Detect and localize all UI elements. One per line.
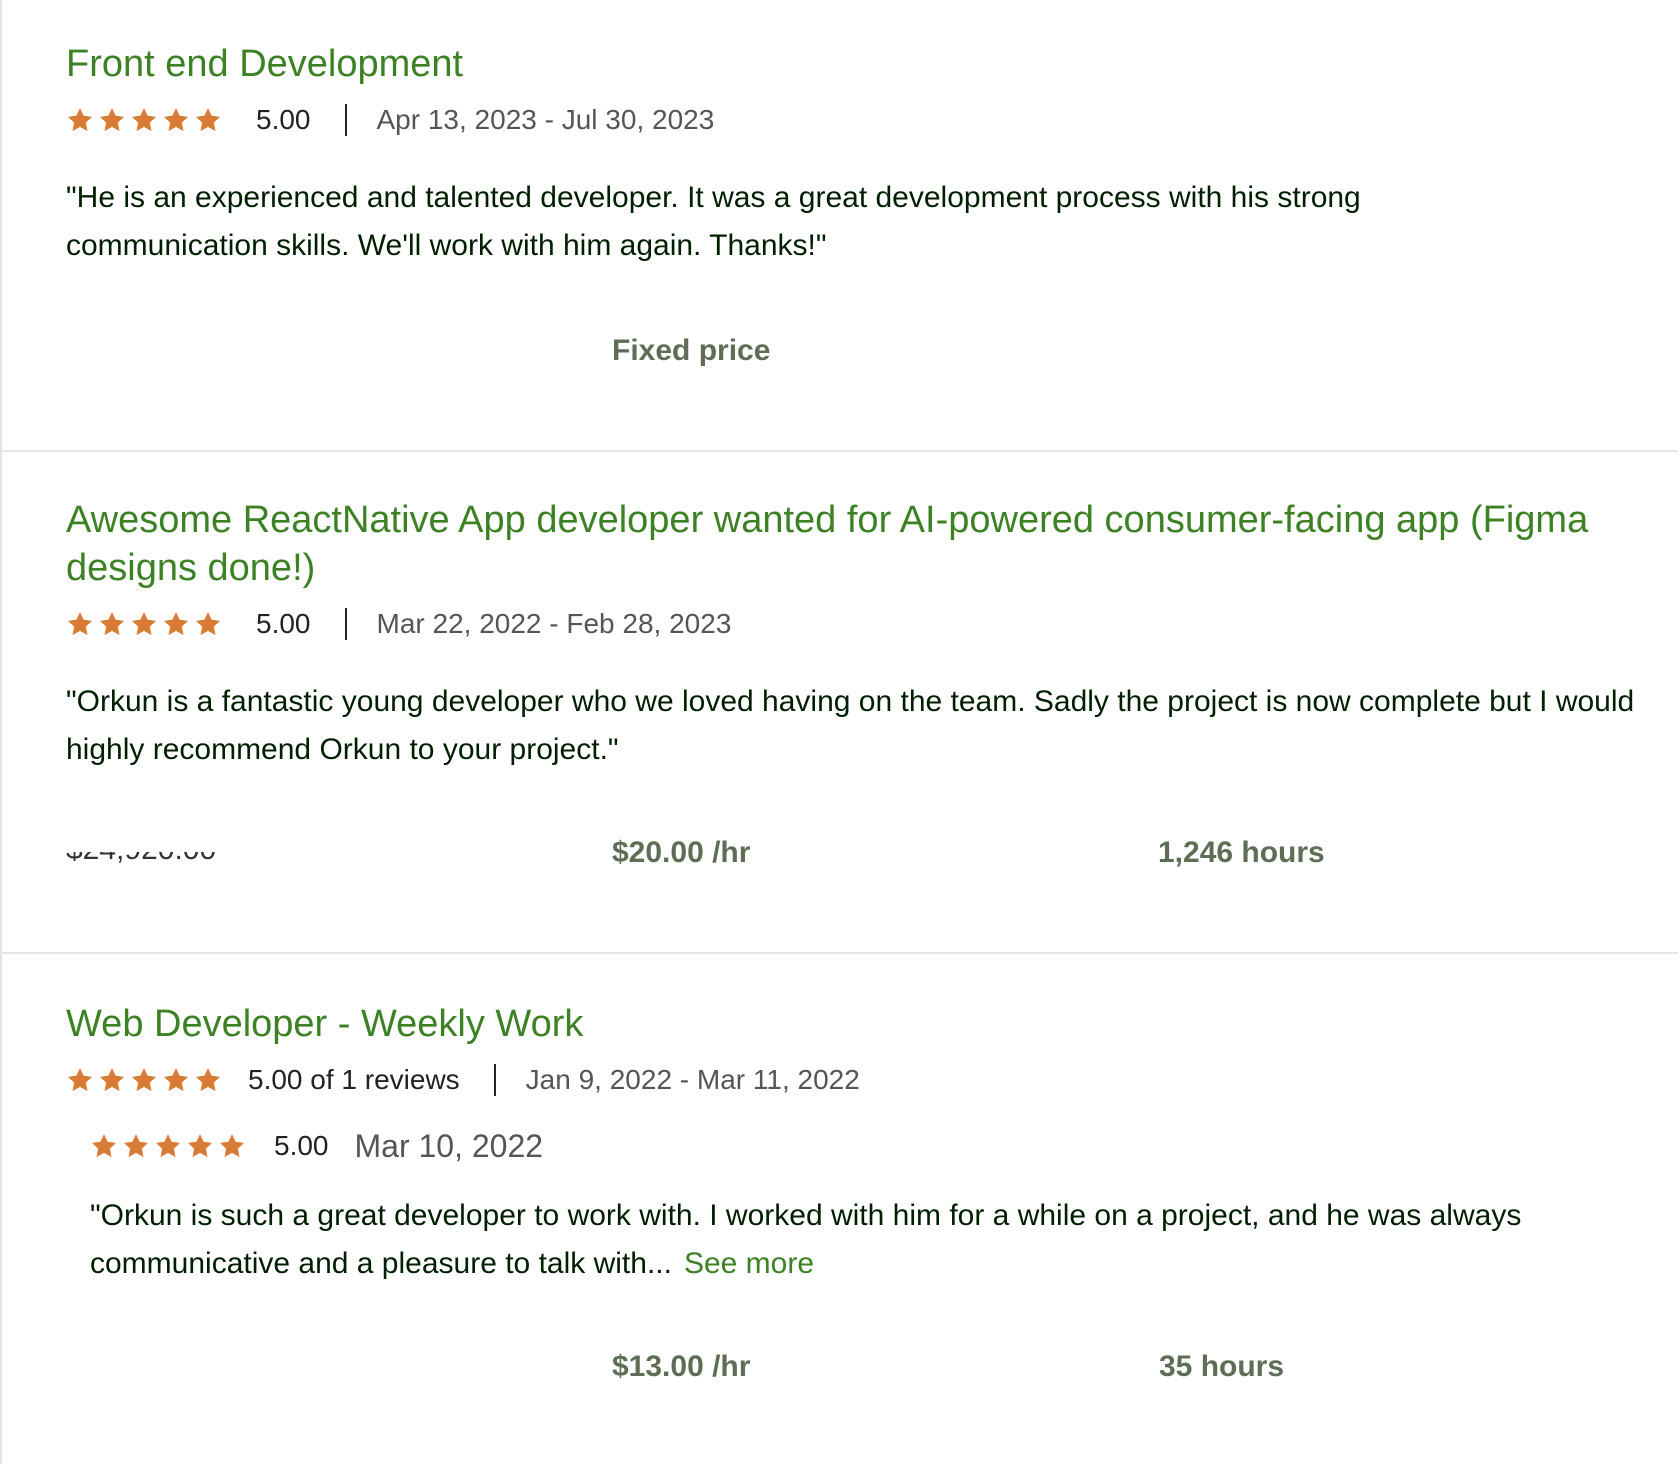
- divider: [2, 450, 1678, 452]
- star-icon: [130, 610, 158, 638]
- review-date: Mar 10, 2022: [354, 1127, 544, 1164]
- star-rating: [66, 1066, 222, 1094]
- job-title[interactable]: Awesome ReactNative App developer wanted…: [66, 496, 1626, 592]
- star-icon: [122, 1132, 150, 1160]
- feedback-text: "Orkun is such a great developer to work…: [90, 1192, 1540, 1288]
- star-icon: [90, 1132, 118, 1160]
- price-type: Fixed price: [612, 334, 771, 367]
- job-dates: Mar 22, 2022 - Feb 28, 2023: [376, 608, 732, 639]
- star-icon: [218, 1132, 246, 1160]
- job-item: Web Developer - Weekly Work 5.00 of 1 re…: [66, 1000, 1646, 1288]
- star-rating: [66, 610, 222, 638]
- star-icon: [66, 1066, 94, 1094]
- star-icon: [130, 106, 158, 134]
- job-item: Front end Development 5.00 Apr 13, 2023 …: [66, 40, 1646, 270]
- rating-score: 5.00 of 1 reviews: [248, 1064, 460, 1095]
- star-icon: [66, 106, 94, 134]
- work-history-list: Front end Development 5.00 Apr 13, 2023 …: [0, 0, 1678, 1464]
- star-icon: [130, 1066, 158, 1094]
- job-title[interactable]: Web Developer - Weekly Work: [66, 1000, 1646, 1048]
- star-icon: [98, 106, 126, 134]
- star-icon: [162, 106, 190, 134]
- star-icon: [186, 1132, 214, 1160]
- job-meta: 5.00 Apr 13, 2023 - Jul 30, 2023: [66, 100, 1646, 140]
- star-icon: [194, 610, 222, 638]
- job-item: Awesome ReactNative App developer wanted…: [66, 496, 1646, 774]
- star-icon: [66, 610, 94, 638]
- star-icon: [194, 1066, 222, 1094]
- star-icon: [194, 106, 222, 134]
- star-icon: [98, 1066, 126, 1094]
- job-title[interactable]: Front end Development: [66, 40, 1646, 88]
- rating-score: 5.00: [256, 608, 311, 639]
- star-icon: [162, 610, 190, 638]
- meta-separator: [344, 104, 347, 136]
- job-dates: Apr 13, 2023 - Jul 30, 2023: [376, 104, 715, 135]
- review-meta: 5.00 Mar 10, 2022: [90, 1126, 1646, 1166]
- star-icon: [154, 1132, 182, 1160]
- hourly-rate: $13.00 /hr: [612, 1350, 751, 1383]
- star-rating: [66, 106, 222, 134]
- hourly-rate: $20.00 /hr: [612, 836, 751, 869]
- job-meta: 5.00 Mar 22, 2022 - Feb 28, 2023: [66, 604, 1646, 644]
- star-icon: [162, 1066, 190, 1094]
- see-more-link[interactable]: See more: [684, 1247, 814, 1280]
- hours-worked: 35 hours: [1159, 1350, 1285, 1383]
- feedback-text: "Orkun is a fantastic young developer wh…: [66, 685, 1635, 766]
- feedback-text: "He is an experienced and talented devel…: [66, 181, 1361, 262]
- meta-separator: [493, 1064, 496, 1096]
- star-rating: [90, 1132, 246, 1160]
- rating-score: 5.00: [256, 104, 311, 135]
- hours-worked: 1,246 hours: [1158, 836, 1325, 869]
- star-icon: [98, 610, 126, 638]
- job-dates: Jan 9, 2022 - Mar 11, 2022: [525, 1064, 860, 1095]
- job-meta: 5.00 of 1 reviews Jan 9, 2022 - Mar 11, …: [66, 1060, 1646, 1100]
- review-item: 5.00 Mar 10, 2022 "Orkun is such a great…: [90, 1126, 1646, 1288]
- rating-score: 5.00: [274, 1130, 329, 1161]
- divider: [2, 952, 1678, 954]
- meta-separator: [344, 608, 347, 640]
- earned-amount-clipped: $24,920.00: [66, 852, 216, 866]
